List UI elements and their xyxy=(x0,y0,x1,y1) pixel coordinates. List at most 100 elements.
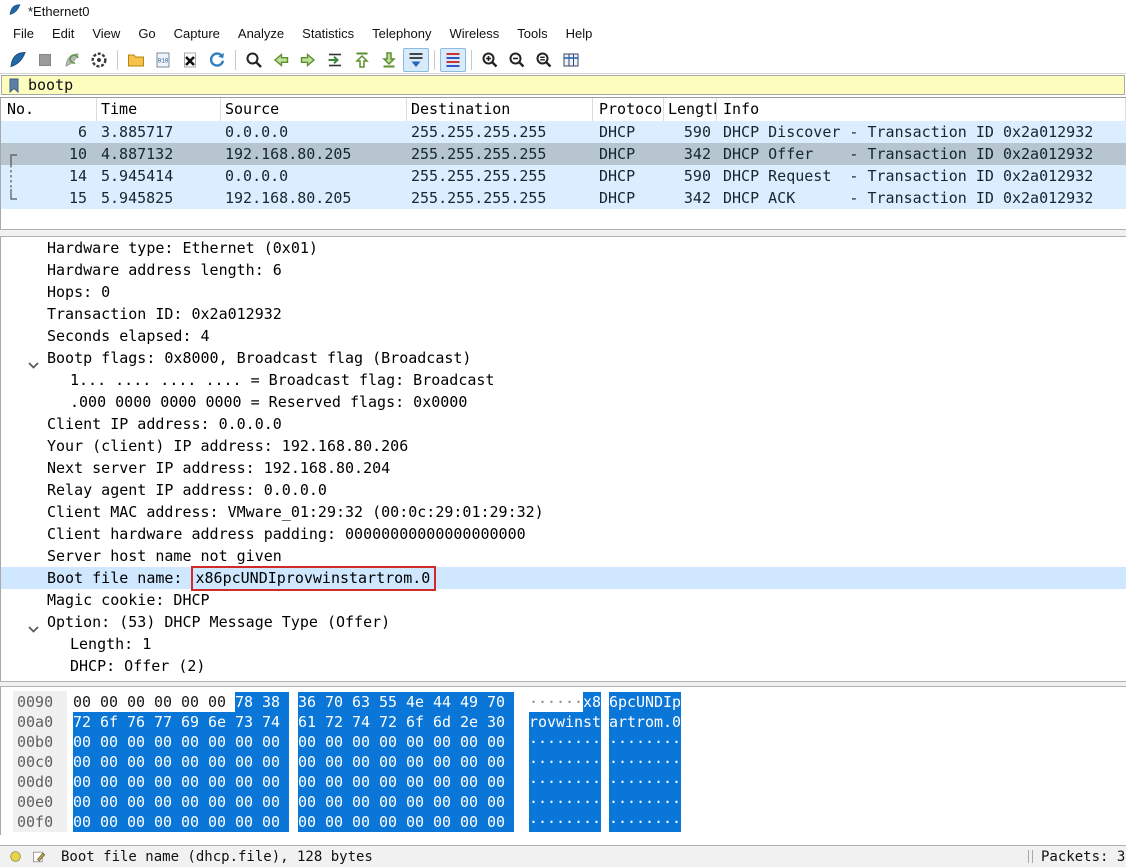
ascii-char: · xyxy=(645,772,654,792)
zoom-in-icon xyxy=(480,50,500,70)
menu-capture[interactable]: Capture xyxy=(165,22,229,46)
menu-statistics[interactable]: Statistics xyxy=(293,22,363,46)
menu-help[interactable]: Help xyxy=(557,22,602,46)
detail-line[interactable]: Boot file name: x86pcUNDIprovwinstartrom… xyxy=(1,567,1126,589)
detail-line[interactable]: Client IP address: 0.0.0.0 xyxy=(1,413,1126,435)
capture-options-button[interactable] xyxy=(86,48,112,72)
hex-byte: 00 xyxy=(352,772,379,792)
menu-analyze[interactable]: Analyze xyxy=(229,22,293,46)
packet-row-6[interactable]: 63.8857170.0.0.0255.255.255.255DHCP590DH… xyxy=(1,121,1126,143)
detail-line[interactable]: Hardware type: Ethernet (0x01) xyxy=(1,237,1126,259)
detail-line[interactable]: Magic cookie: DHCP xyxy=(1,589,1126,611)
detail-line[interactable]: Transaction ID: 0x2a012932 xyxy=(1,303,1126,325)
menu-view[interactable]: View xyxy=(83,22,129,46)
hex-ascii: ······x86pcUNDIp xyxy=(529,692,681,712)
toolbar-separator xyxy=(235,50,236,70)
detail-text: Client IP address: 0.0.0.0 xyxy=(47,415,282,433)
packet-row-10[interactable]: 104.887132192.168.80.205255.255.255.255D… xyxy=(1,143,1126,165)
go-back-button[interactable] xyxy=(268,48,294,72)
zoom-out-button[interactable] xyxy=(504,48,530,72)
hex-bytes: 00000000000000000000000000000000 xyxy=(73,732,514,752)
stop-capture-button[interactable] xyxy=(32,48,58,72)
detail-line[interactable]: Your (client) IP address: 192.168.80.206 xyxy=(1,435,1126,457)
hex-row-00d0[interactable]: 00d000000000000000000000000000000000····… xyxy=(1,772,1126,792)
hex-byte: 00 xyxy=(433,772,460,792)
column-header-length[interactable]: Length xyxy=(664,98,717,121)
menu-file[interactable]: File xyxy=(4,22,43,46)
hex-row-00c0[interactable]: 00c000000000000000000000000000000000····… xyxy=(1,752,1126,772)
display-filter-input[interactable]: bootp xyxy=(1,75,1125,95)
reload-file-button[interactable] xyxy=(204,48,230,72)
hex-byte: 61 xyxy=(298,712,325,732)
ascii-char: · xyxy=(618,772,627,792)
hex-row-0090[interactable]: 00900000000000007838367063554e444970····… xyxy=(1,692,1126,712)
menu-go[interactable]: Go xyxy=(129,22,164,46)
find-packet-button[interactable] xyxy=(241,48,267,72)
start-capture-button[interactable] xyxy=(5,48,31,72)
restart-capture-button[interactable] xyxy=(59,48,85,72)
menu-telephony[interactable]: Telephony xyxy=(363,22,440,46)
detail-line[interactable]: Client MAC address: VMware_01:29:32 (00:… xyxy=(1,501,1126,523)
bookmark-icon[interactable] xyxy=(6,77,22,94)
hex-byte: 00 xyxy=(262,732,289,752)
detail-line[interactable]: Next server IP address: 192.168.80.204 xyxy=(1,457,1126,479)
hex-ascii: ················ xyxy=(529,752,681,772)
hex-byte: 00 xyxy=(460,772,487,792)
hex-row-00e0[interactable]: 00e000000000000000000000000000000000····… xyxy=(1,792,1126,812)
column-header-source[interactable]: Source xyxy=(221,98,407,121)
go-forward-button[interactable] xyxy=(295,48,321,72)
detail-line[interactable]: Hardware address length: 6 xyxy=(1,259,1126,281)
filter-text: bootp xyxy=(28,76,73,94)
packet-row-14[interactable]: 145.9454140.0.0.0255.255.255.255DHCP590D… xyxy=(1,165,1126,187)
hex-row-00b0[interactable]: 00b000000000000000000000000000000000····… xyxy=(1,732,1126,752)
go-to-packet-button[interactable] xyxy=(322,48,348,72)
colorize-button[interactable] xyxy=(440,48,466,72)
packet-row-15[interactable]: 155.945825192.168.80.205255.255.255.255D… xyxy=(1,187,1126,209)
capture-comment-icon[interactable] xyxy=(31,849,47,865)
go-to-first-button[interactable] xyxy=(349,48,375,72)
detail-line[interactable]: Bootp flags: 0x8000, Broadcast flag (Bro… xyxy=(1,347,1126,369)
detail-line[interactable]: DHCP: Offer (2) xyxy=(1,655,1126,677)
column-header-no[interactable]: No. xyxy=(1,98,97,121)
menu-edit[interactable]: Edit xyxy=(43,22,83,46)
packet-list-header[interactable]: No.TimeSourceDestinationProtocolLengthIn… xyxy=(1,98,1126,121)
column-header-protocol[interactable]: Protocol xyxy=(593,98,664,121)
detail-line[interactable]: 1... .... .... .... = Broadcast flag: Br… xyxy=(1,369,1126,391)
column-header-destination[interactable]: Destination xyxy=(407,98,593,121)
zoom-in-button[interactable] xyxy=(477,48,503,72)
resize-columns-button[interactable] xyxy=(558,48,584,72)
detail-line[interactable]: Server host name not given xyxy=(1,545,1126,567)
hex-row-00f0[interactable]: 00f000000000000000000000000000000000····… xyxy=(1,812,1126,832)
ascii-char: · xyxy=(654,732,663,752)
detail-line[interactable]: Hops: 0 xyxy=(1,281,1126,303)
detail-line[interactable]: Client hardware address padding: 0000000… xyxy=(1,523,1126,545)
hex-offset: 00f0 xyxy=(17,812,73,832)
expert-info-icon[interactable] xyxy=(8,849,23,864)
ascii-char: · xyxy=(663,812,672,832)
hex-byte: 00 xyxy=(298,732,325,752)
save-file-button[interactable]: 010 xyxy=(150,48,176,72)
menu-tools[interactable]: Tools xyxy=(508,22,556,46)
detail-line[interactable]: Relay agent IP address: 0.0.0.0 xyxy=(1,479,1126,501)
open-file-button[interactable] xyxy=(123,48,149,72)
menu-wireless[interactable]: Wireless xyxy=(440,22,508,46)
pane-splitter-top[interactable] xyxy=(0,229,1126,237)
hex-byte: 70 xyxy=(325,692,352,712)
auto-scroll-button[interactable] xyxy=(403,48,429,72)
title-bar[interactable]: *Ethernet0 xyxy=(0,0,1126,22)
hex-byte: 00 xyxy=(208,792,235,812)
go-to-last-button[interactable] xyxy=(376,48,402,72)
detail-line[interactable]: Length: 1 xyxy=(1,633,1126,655)
zoom-original-button[interactable] xyxy=(531,48,557,72)
hex-row-00a0[interactable]: 00a0726f7677696e7374617274726f6d2e30rovw… xyxy=(1,712,1126,732)
status-separator[interactable] xyxy=(1028,850,1033,863)
hex-byte: 00 xyxy=(235,812,262,832)
column-header-time[interactable]: Time xyxy=(97,98,221,121)
svg-text:010: 010 xyxy=(158,57,169,64)
detail-line[interactable]: Seconds elapsed: 4 xyxy=(1,325,1126,347)
ascii-char: · xyxy=(574,752,583,772)
detail-line[interactable]: .000 0000 0000 0000 = Reserved flags: 0x… xyxy=(1,391,1126,413)
detail-line[interactable]: Option: (53) DHCP Message Type (Offer) xyxy=(1,611,1126,633)
column-header-info[interactable]: Info xyxy=(717,98,1126,121)
close-file-button[interactable] xyxy=(177,48,203,72)
